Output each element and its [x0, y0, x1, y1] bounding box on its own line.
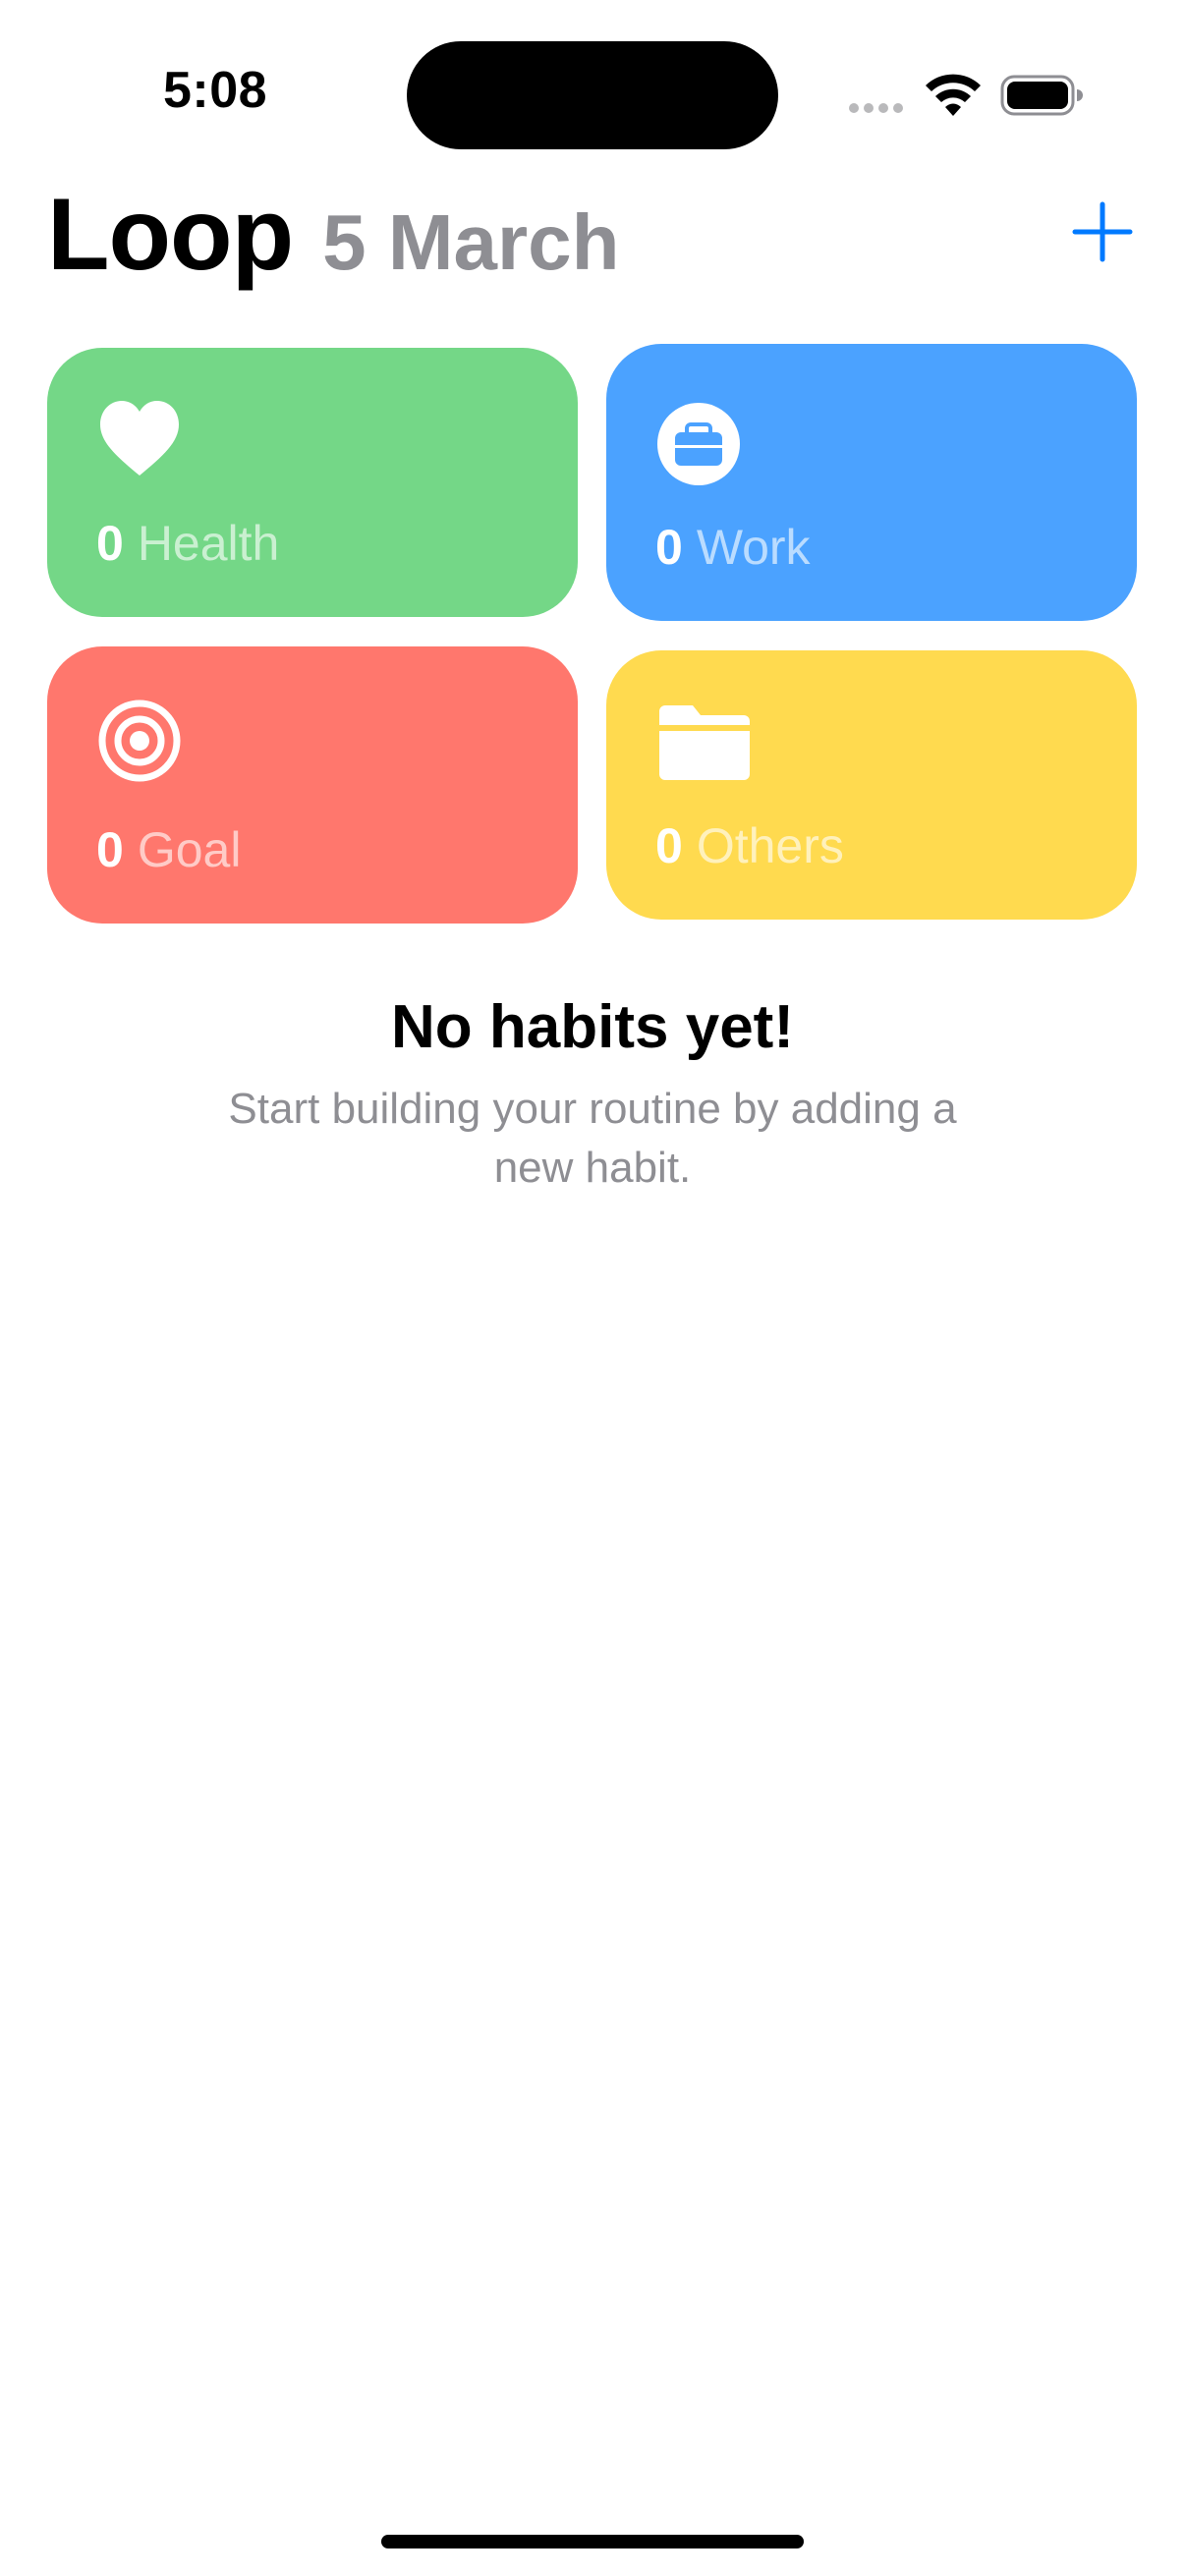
- category-label: Work: [696, 520, 811, 575]
- empty-state-title: No habits yet!: [391, 993, 794, 1061]
- category-count: 0: [96, 822, 124, 877]
- category-count: 0: [655, 818, 683, 873]
- category-card-health[interactable]: 0 Health: [47, 348, 578, 617]
- category-card-work[interactable]: 0 Work: [606, 344, 1137, 621]
- category-count: 0: [655, 520, 683, 575]
- wifi-icon: [926, 74, 981, 116]
- category-text-goal: 0 Goal: [96, 821, 241, 878]
- empty-state: No habits yet! Start building your routi…: [0, 992, 1185, 1198]
- category-label: Health: [137, 516, 280, 571]
- battery-icon: [1000, 75, 1083, 116]
- category-count: 0: [96, 516, 124, 571]
- heart-icon: [100, 401, 179, 476]
- home-screen: 5:08 Loop 5 March 0 Health 0 Work 0 Goal…: [0, 0, 1185, 2576]
- app-title: Loop: [47, 178, 294, 292]
- target-icon: [98, 700, 181, 782]
- category-text-others: 0 Others: [655, 817, 844, 874]
- signal-dots-icon: [849, 103, 903, 113]
- date-label: 5 March: [322, 198, 620, 286]
- header-title-row: Loop 5 March: [47, 177, 619, 294]
- category-text-health: 0 Health: [96, 515, 279, 572]
- category-label: Others: [696, 818, 844, 873]
- plus-icon: [1072, 201, 1133, 262]
- add-habit-button[interactable]: [1071, 200, 1134, 263]
- briefcase-icon: [657, 403, 740, 485]
- dynamic-island: [407, 41, 778, 149]
- category-label: Goal: [137, 822, 242, 877]
- status-time: 5:08: [163, 62, 268, 119]
- category-card-goal[interactable]: 0 Goal: [47, 646, 578, 924]
- home-indicator[interactable]: [381, 2535, 804, 2548]
- folder-icon: [659, 705, 750, 780]
- category-text-work: 0 Work: [655, 519, 811, 576]
- category-card-others[interactable]: 0 Others: [606, 650, 1137, 920]
- empty-state-subtitle: Start building your routine by adding a …: [228, 1085, 957, 1192]
